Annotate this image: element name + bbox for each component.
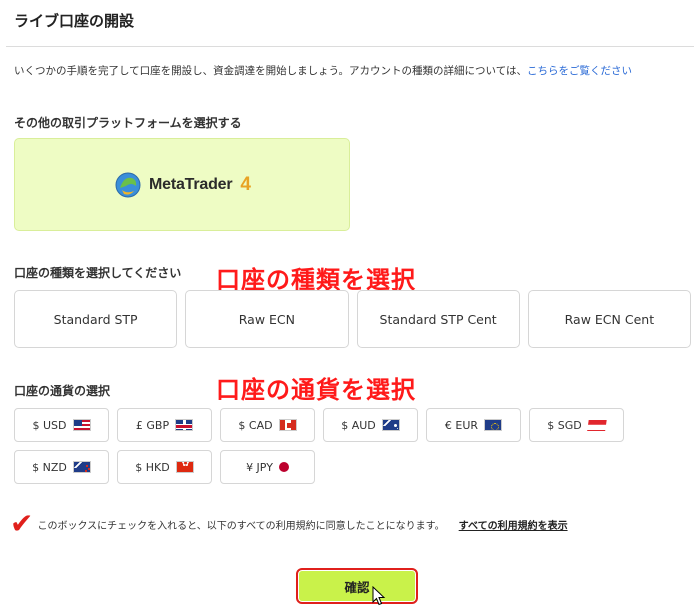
currency-label: $ CAD (238, 418, 273, 432)
currency-gbp-button[interactable]: £ GBP (117, 408, 212, 442)
currency-label: $ HKD (135, 460, 170, 474)
metatrader4-platform-card[interactable]: MetaTrader 4 (14, 138, 350, 231)
account-type-raw-ecn-cent[interactable]: Raw ECN Cent (527, 290, 691, 348)
new-zealand-flag-icon (72, 461, 91, 473)
eu-flag-icon (484, 419, 503, 431)
currency-section-label: 口座の通貨の選択 (14, 384, 111, 398)
account-types-link[interactable]: こちらをご覧ください (527, 65, 632, 77)
metatrader-logo-icon (115, 172, 141, 197)
terms-agreement: ✔ このボックスにチェックを入れると、以下のすべての利用規約に同意したことになり… (10, 510, 568, 538)
currency-aud-button[interactable]: $ AUD (323, 408, 418, 442)
mouse-pointer-icon (372, 586, 386, 606)
account-type-standard-stp-cent[interactable]: Standard STP Cent (356, 290, 520, 348)
metatrader-logo: MetaTrader 4 (113, 170, 251, 200)
currency-jpy-button[interactable]: ¥ JPY (220, 450, 315, 484)
currency-label: ¥ JPY (246, 460, 273, 474)
currency-label: € EUR (444, 418, 479, 432)
currency-label: $ USD (32, 418, 67, 432)
currency-label: $ SGD (547, 418, 582, 432)
currency-hkd-button[interactable]: $ HKD (117, 450, 212, 484)
intro-paragraph: いくつかの手順を完了して口座を開設し、資金調達を開始しましょう。アカウントの種類… (14, 64, 690, 79)
currency-label: $ AUD (341, 418, 376, 432)
metatrader-wordmark: MetaTrader (149, 175, 233, 193)
intro-text: いくつかの手順を完了して口座を開設し、資金調達を開始しましょう。アカウントの種類… (14, 65, 528, 77)
metatrader-version: 4 (240, 173, 251, 195)
currency-nzd-button[interactable]: $ NZD (14, 450, 109, 484)
confirm-button[interactable]: 確認 (296, 568, 418, 604)
account-type-section-label: 口座の種類を選択してください (14, 266, 182, 280)
currency-usd-button[interactable]: $ USD (14, 408, 109, 442)
currency-label: £ GBP (135, 418, 170, 432)
account-type-standard-stp[interactable]: Standard STP (14, 290, 178, 348)
agree-checkbox[interactable]: ✔ (10, 510, 33, 538)
currency-annotation: 口座の通貨を選択 (216, 376, 416, 404)
account-type-raw-ecn[interactable]: Raw ECN (185, 290, 349, 348)
canada-flag-icon (278, 419, 297, 431)
hong-kong-flag-icon (175, 461, 194, 473)
page-title: ライブ口座の開設 (14, 12, 135, 30)
australia-flag-icon (381, 419, 400, 431)
view-terms-link[interactable]: すべての利用規約を表示 (459, 517, 568, 532)
uk-flag-icon (175, 419, 194, 431)
currency-cad-button[interactable]: $ CAD (220, 408, 315, 442)
japan-flag-icon (278, 462, 289, 472)
currency-eur-button[interactable]: € EUR (426, 408, 521, 442)
platform-section-label: その他の取引プラットフォームを選択する (14, 116, 242, 130)
singapore-flag-icon (586, 419, 607, 431)
currency-sgd-button[interactable]: $ SGD (529, 408, 624, 442)
agreement-text: このボックスにチェックを入れると、以下のすべての利用規約に同意したことになります… (37, 520, 445, 532)
account-type-options: Standard STP Raw ECN Standard STP Cent R… (14, 290, 691, 348)
currency-options: $ USD £ GBP $ CAD $ AUD € EUR $ SGD $ NZ… (14, 408, 634, 484)
currency-label: $ NZD (32, 460, 67, 474)
us-flag-icon (72, 419, 91, 431)
title-divider (6, 46, 694, 47)
